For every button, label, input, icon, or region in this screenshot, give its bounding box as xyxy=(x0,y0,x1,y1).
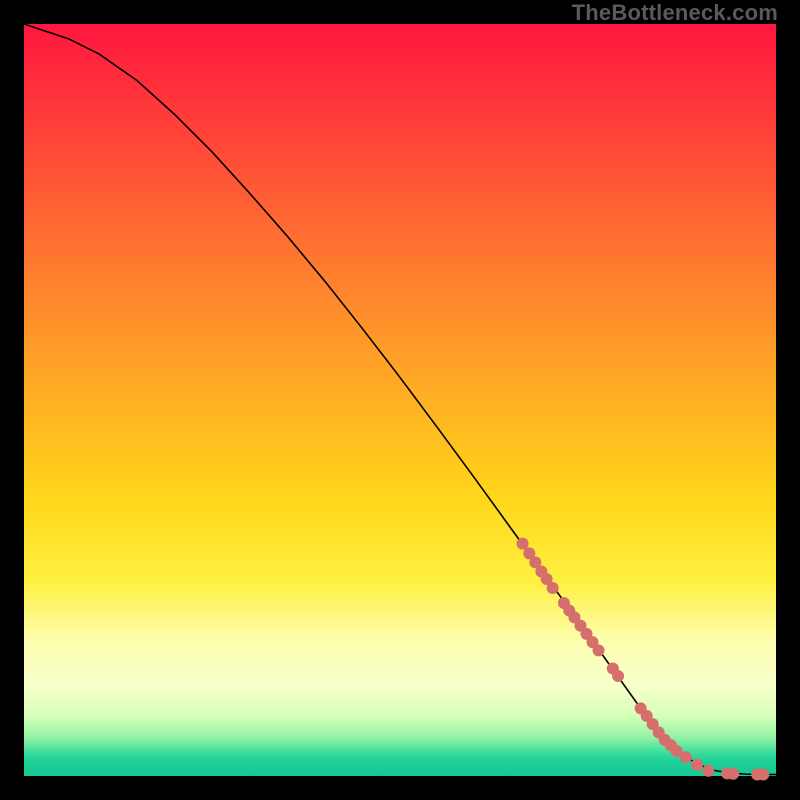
data-points xyxy=(517,538,770,781)
data-point xyxy=(691,759,703,771)
data-point xyxy=(702,765,714,777)
data-point xyxy=(757,769,769,781)
data-point xyxy=(612,670,624,682)
data-point xyxy=(517,538,529,550)
watermark-text: TheBottleneck.com xyxy=(572,0,778,26)
curve-line xyxy=(24,24,776,775)
data-point xyxy=(547,582,559,594)
data-point xyxy=(727,768,739,780)
chart-area xyxy=(24,24,776,776)
data-point xyxy=(593,644,605,656)
chart-svg xyxy=(24,24,776,776)
data-point xyxy=(680,751,692,763)
